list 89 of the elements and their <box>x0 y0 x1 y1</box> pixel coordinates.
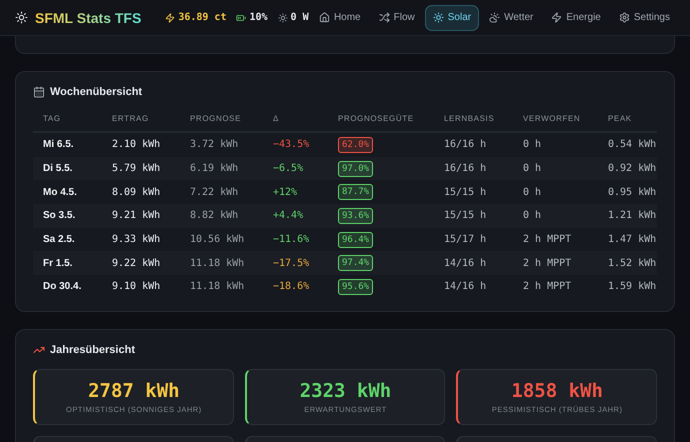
table-cell: 0 h <box>513 204 598 228</box>
table-cell-text: 0.54 kWh <box>607 138 657 152</box>
calendar-icon <box>33 86 45 98</box>
table-cell-text: 0 h <box>522 186 542 200</box>
nav-tab[interactable]: Wetter <box>481 4 542 30</box>
sun-icon <box>432 12 444 23</box>
table-cell-text: 0 h <box>522 138 542 152</box>
column-header: LERNBASIS <box>434 114 513 133</box>
table-cell-text: 11.18 kWh <box>189 280 246 294</box>
column-header: PEAK <box>598 114 657 133</box>
table-cell-text: −11.6% <box>272 233 310 248</box>
stat-value: 2323 kWh <box>300 380 392 402</box>
sun-icon <box>278 12 288 22</box>
table-cell: 1.21 kWh <box>598 204 657 228</box>
table-cell-text: 1.59 kWh <box>607 280 657 294</box>
table-cell-text: 2 h MPPT <box>522 233 572 248</box>
battery-icon <box>236 12 246 22</box>
card-title: Jahresübersicht <box>50 344 135 356</box>
column-header: PROGNOSEGÜTE <box>328 114 434 133</box>
column-header: PROGNOSE <box>180 114 263 133</box>
table-cell-text: 2 h MPPT <box>522 280 572 294</box>
table-cell: Fr 1.5. <box>33 251 102 276</box>
table-cell: +4.4% <box>263 204 328 228</box>
table-cell: 14/16 h <box>434 251 513 276</box>
table-cell-text: 8.09 kWh <box>111 186 162 200</box>
settings-icon <box>618 12 630 23</box>
status-value: 0 W <box>290 12 309 23</box>
house-icon <box>318 12 330 23</box>
stat-value: 2787 kWh <box>88 380 180 402</box>
table-cell: 2 h MPPT <box>513 251 598 276</box>
quality-badge: 96.4% <box>338 232 374 248</box>
quality-badge: 97.0% <box>338 160 374 177</box>
table-cell-text: 15/17 h <box>443 233 488 248</box>
table-cell: 9.22 kWh <box>102 251 180 276</box>
table-cell-text: Mi 6.5. <box>42 138 75 152</box>
table-cell-text: 3.72 kWh <box>189 138 240 152</box>
lightning-icon <box>165 12 176 22</box>
quality-badge: 93.6% <box>338 208 374 224</box>
stat-value: 1858 kWh <box>511 380 603 402</box>
table-cell-text: 1.47 kWh <box>607 233 657 248</box>
quality-badge: 95.6% <box>338 278 374 295</box>
shuffle-icon <box>378 12 390 23</box>
status-value: 36.89 ct <box>178 12 226 23</box>
table-cell-text: Mo 4.5. <box>42 186 78 200</box>
table-cell: 16/16 h <box>434 156 513 180</box>
table-cell-text: 14/16 h <box>443 280 488 294</box>
table-cell-text: Sa 2.5. <box>42 233 76 248</box>
nav-tab[interactable]: Home <box>310 4 369 30</box>
table-cell-text: 9.10 kWh <box>111 280 162 294</box>
quality-badge: 87.7% <box>338 184 374 200</box>
column-header: VERWORFEN <box>513 114 598 133</box>
table-cell-text: 10.56 kWh <box>189 233 246 248</box>
card-title: Wochenübersicht <box>50 86 142 98</box>
table-cell: Di 5.5. <box>33 156 102 180</box>
table-cell: −6.5% <box>263 156 328 180</box>
lightning-icon <box>551 12 562 23</box>
table-cell-text: −43.5% <box>272 138 310 152</box>
nav-tab[interactable]: Settings <box>610 4 678 30</box>
table-cell-text: 0.95 kWh <box>607 186 657 200</box>
table-cell-text: +12% <box>272 186 298 200</box>
table-cell-text: 16/16 h <box>443 138 488 152</box>
nav-tab[interactable]: Flow <box>370 4 423 30</box>
table-cell: 0.92 kWh <box>598 156 657 180</box>
table-cell: 9.21 kWh <box>102 204 180 228</box>
nav-tab[interactable]: Solar <box>424 4 480 30</box>
table-cell: 6.19 kWh <box>180 156 263 180</box>
table-cell: 5.79 kWh <box>102 156 180 180</box>
column-header: ERTRAG <box>102 114 180 133</box>
quality-badge: 62.0% <box>338 136 374 153</box>
table-cell-text: Do 30.4. <box>42 280 82 294</box>
table-cell: −17.5% <box>263 251 328 276</box>
table-cell: 8.82 kWh <box>180 204 263 228</box>
column-header: TAG <box>33 114 102 133</box>
table-cell-text: −18.6% <box>272 280 310 294</box>
cloud-sun-icon <box>489 12 500 23</box>
sun-icon <box>15 11 28 24</box>
column-header: Δ <box>263 114 328 133</box>
table-cell-text: 15/15 h <box>443 186 488 200</box>
table-cell-text: 7.22 kWh <box>189 186 240 200</box>
quality-badge: 97.4% <box>338 255 374 272</box>
table-cell-text: 2.10 kWh <box>111 138 162 152</box>
status-value: 10% <box>249 12 268 23</box>
table-cell: 15/15 h <box>434 204 513 228</box>
table-cell: 1.52 kWh <box>598 251 657 276</box>
table-cell: So 3.5. <box>33 204 102 228</box>
nav-tab[interactable]: Energie <box>543 4 609 30</box>
table-cell: 11.18 kWh <box>180 251 263 276</box>
table-cell-text: 9.33 kWh <box>111 233 162 248</box>
table-cell: 0 h <box>513 156 598 180</box>
